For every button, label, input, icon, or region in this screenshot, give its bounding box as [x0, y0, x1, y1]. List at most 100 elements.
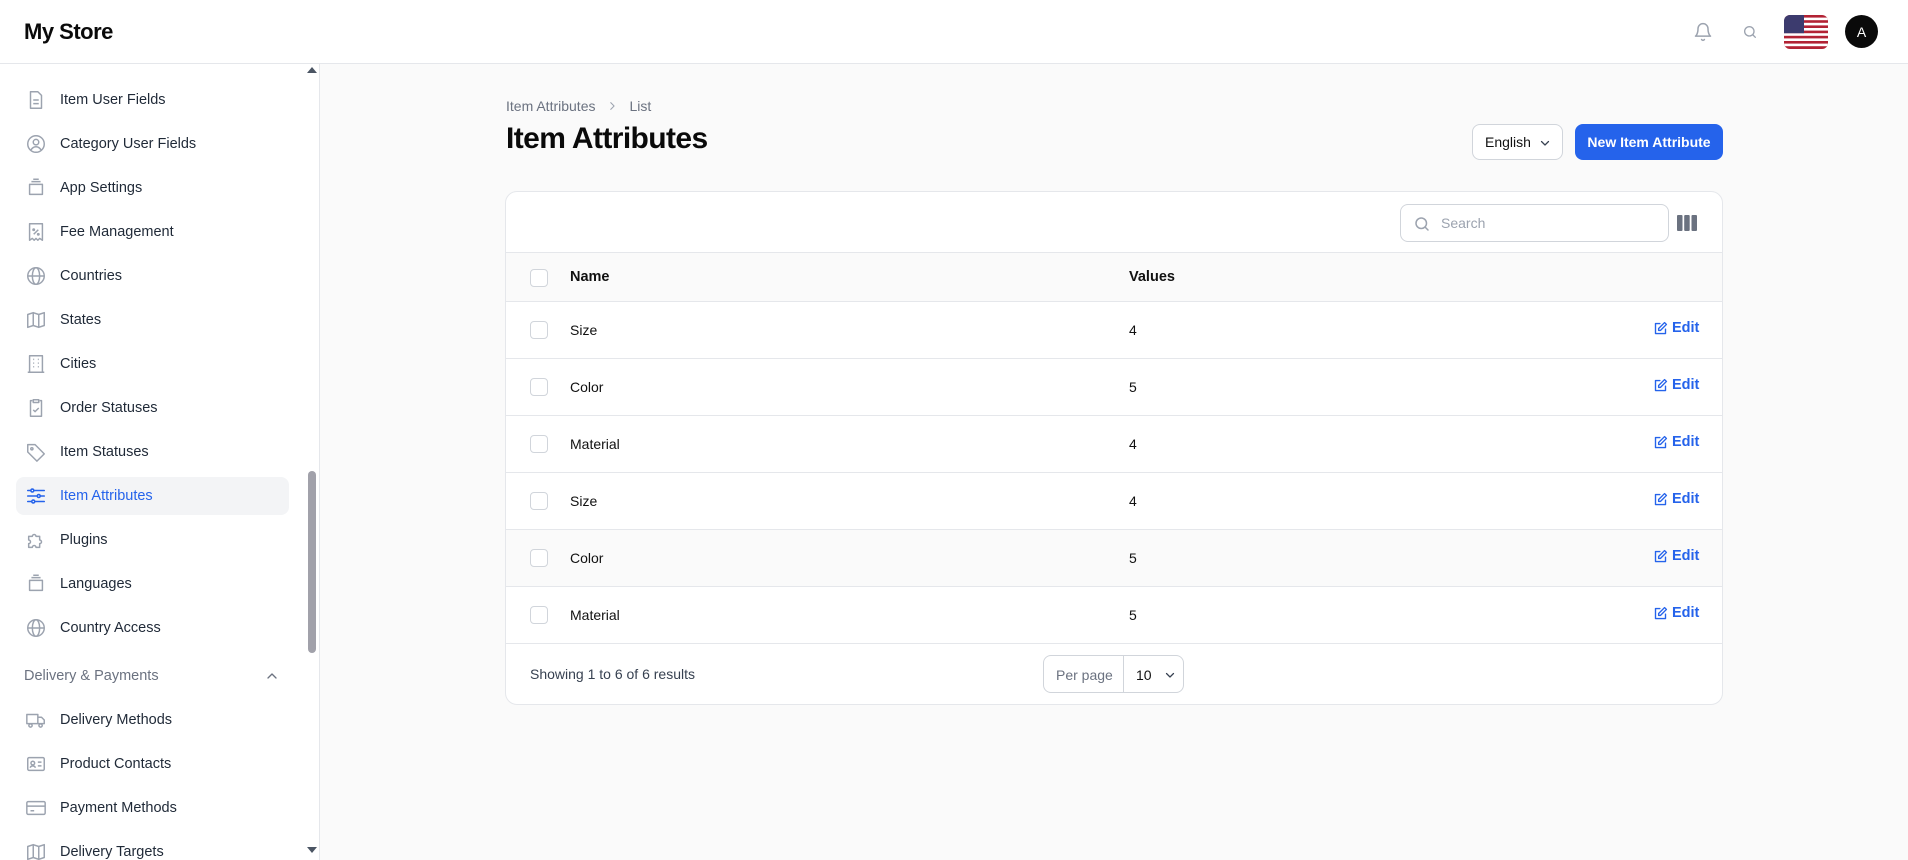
row-checkbox[interactable]	[530, 378, 548, 396]
truck-icon	[26, 713, 45, 728]
sidebar-item-order-statuses[interactable]: Order Statuses	[16, 389, 289, 427]
new-item-attribute-button[interactable]: New Item Attribute	[1575, 124, 1723, 160]
sidebar-item-item-statuses[interactable]: Item Statuses	[16, 433, 289, 471]
sidebar-item-label: Category User Fields	[60, 136, 197, 152]
globe-icon	[27, 619, 45, 637]
table-row[interactable]: Material 4 Edit	[506, 416, 1722, 473]
edit-button[interactable]: Edit	[1653, 377, 1699, 393]
row-checkbox[interactable]	[530, 492, 548, 510]
stack-icon	[28, 178, 44, 196]
select-all-checkbox[interactable]	[530, 269, 548, 287]
row-checkbox[interactable]	[530, 606, 548, 624]
sidebar-item-payment-methods[interactable]: Payment Methods	[16, 789, 289, 827]
table-row[interactable]: Size 4 Edit	[506, 302, 1722, 359]
breadcrumb-parent[interactable]: Item Attributes	[506, 98, 595, 114]
columns-toggle-icon[interactable]	[1677, 214, 1697, 232]
sidebar-item-delivery-methods[interactable]: Delivery Methods	[16, 701, 289, 739]
table-row[interactable]: Color 5 Edit	[506, 530, 1722, 587]
sidebar-item-languages[interactable]: Languages	[16, 565, 289, 603]
language-select-value: English	[1485, 134, 1531, 150]
table-search[interactable]	[1400, 204, 1669, 242]
document-icon	[29, 91, 43, 109]
cell-name: Color	[570, 379, 604, 395]
sidebar-item-label: Fee Management	[60, 224, 174, 240]
sidebar-item-plugins[interactable]: Plugins	[16, 521, 289, 559]
scroll-down-arrow-icon[interactable]	[307, 847, 317, 853]
attributes-table-card: Name Values Size 4 Edit Color 5 Edit Mat…	[505, 191, 1723, 705]
edit-button[interactable]: Edit	[1653, 320, 1699, 336]
sidebar-item-label: Delivery Methods	[60, 712, 173, 728]
pagination-summary: Showing 1 to 6 of 6 results	[530, 666, 695, 682]
brand-logo[interactable]: My Store	[24, 19, 113, 45]
edit-button[interactable]: Edit	[1653, 548, 1699, 564]
sidebar-item-label: App Settings	[60, 180, 143, 196]
edit-label: Edit	[1672, 548, 1700, 564]
sidebar-item-item-attributes[interactable]: Item Attributes	[16, 477, 289, 515]
table-row[interactable]: Size 4 Edit	[506, 473, 1722, 530]
chevron-up-icon[interactable]	[264, 668, 280, 684]
sidebar-item-label: Payment Methods	[60, 800, 177, 816]
cell-values: 4	[1129, 493, 1137, 509]
avatar[interactable]: A	[1845, 15, 1878, 48]
search-icon[interactable]	[1738, 20, 1762, 44]
table-header: Name Values	[506, 252, 1722, 302]
sidebar-item-label: Product Contacts	[60, 756, 172, 772]
cell-name: Size	[570, 322, 598, 338]
id-card-icon	[27, 756, 45, 772]
sidebar-item-label: Countries	[60, 268, 123, 284]
bell-icon[interactable]	[1691, 20, 1715, 44]
row-checkbox[interactable]	[530, 321, 548, 339]
cell-values: 5	[1129, 550, 1137, 566]
per-page-label: Per page	[1056, 667, 1113, 683]
column-header-values[interactable]: Values	[1129, 269, 1175, 285]
sidebar-item-label: Country Access	[60, 620, 161, 636]
row-checkbox[interactable]	[530, 549, 548, 567]
sidebar-item-country-access[interactable]: Country Access	[16, 609, 289, 647]
sidebar-item-label: Cities	[60, 356, 97, 372]
tag-icon	[27, 443, 45, 462]
sidebar-item-delivery-targets[interactable]: Delivery Targets	[16, 833, 289, 860]
sidebar-item-product-contacts[interactable]: Product Contacts	[16, 745, 289, 783]
globe-icon	[27, 267, 45, 285]
cell-name: Color	[570, 550, 604, 566]
cell-name: Material	[570, 436, 620, 452]
sidebar-scrollbar[interactable]	[306, 64, 318, 860]
sidebar-item-countries[interactable]: Countries	[16, 257, 289, 295]
row-checkbox[interactable]	[530, 435, 548, 453]
credit-card-icon	[26, 800, 46, 816]
edit-button[interactable]: Edit	[1653, 434, 1699, 450]
clipboard-check-icon	[29, 399, 43, 417]
sidebar-item-app-settings[interactable]: App Settings	[16, 169, 289, 207]
language-select[interactable]: English	[1472, 124, 1563, 160]
breadcrumb-current: List	[629, 98, 652, 114]
edit-label: Edit	[1672, 491, 1700, 507]
table-row[interactable]: Material 5 Edit	[506, 587, 1722, 644]
sidebar-item-item-user-fields[interactable]: Item User Fields	[16, 81, 289, 119]
sidebar-item-label: Order Statuses	[60, 400, 158, 416]
per-page-select[interactable]: Per page 10	[1043, 655, 1184, 693]
us-flag-icon[interactable]	[1784, 15, 1828, 49]
edit-icon	[1654, 492, 1668, 505]
column-header-name[interactable]: Name	[570, 269, 610, 285]
edit-button[interactable]: Edit	[1653, 605, 1699, 621]
cell-values: 4	[1129, 322, 1137, 338]
section-delivery-payments[interactable]: Delivery & Payments	[24, 668, 159, 684]
scrollbar-thumb[interactable]	[308, 471, 316, 653]
search-icon	[1415, 217, 1429, 231]
edit-label: Edit	[1672, 377, 1700, 393]
map-icon	[27, 843, 45, 860]
table-row[interactable]: Color 5 Edit	[506, 359, 1722, 416]
chevron-right-icon	[610, 102, 616, 110]
sidebar-item-category-user-fields[interactable]: Category User Fields	[16, 125, 289, 163]
puzzle-icon	[27, 533, 43, 549]
sidebar-item-cities[interactable]: Cities	[16, 345, 289, 383]
edit-icon	[1654, 378, 1668, 391]
sidebar-item-label: States	[60, 312, 102, 328]
edit-button[interactable]: Edit	[1653, 491, 1699, 507]
search-input[interactable]	[1441, 205, 1661, 241]
scroll-up-arrow-icon[interactable]	[307, 67, 317, 73]
receipt-percent-icon	[28, 223, 44, 241]
sidebar-item-label: Languages	[60, 576, 132, 592]
sidebar-item-states[interactable]: States	[16, 301, 289, 339]
sidebar-item-fee-management[interactable]: Fee Management	[16, 213, 289, 251]
